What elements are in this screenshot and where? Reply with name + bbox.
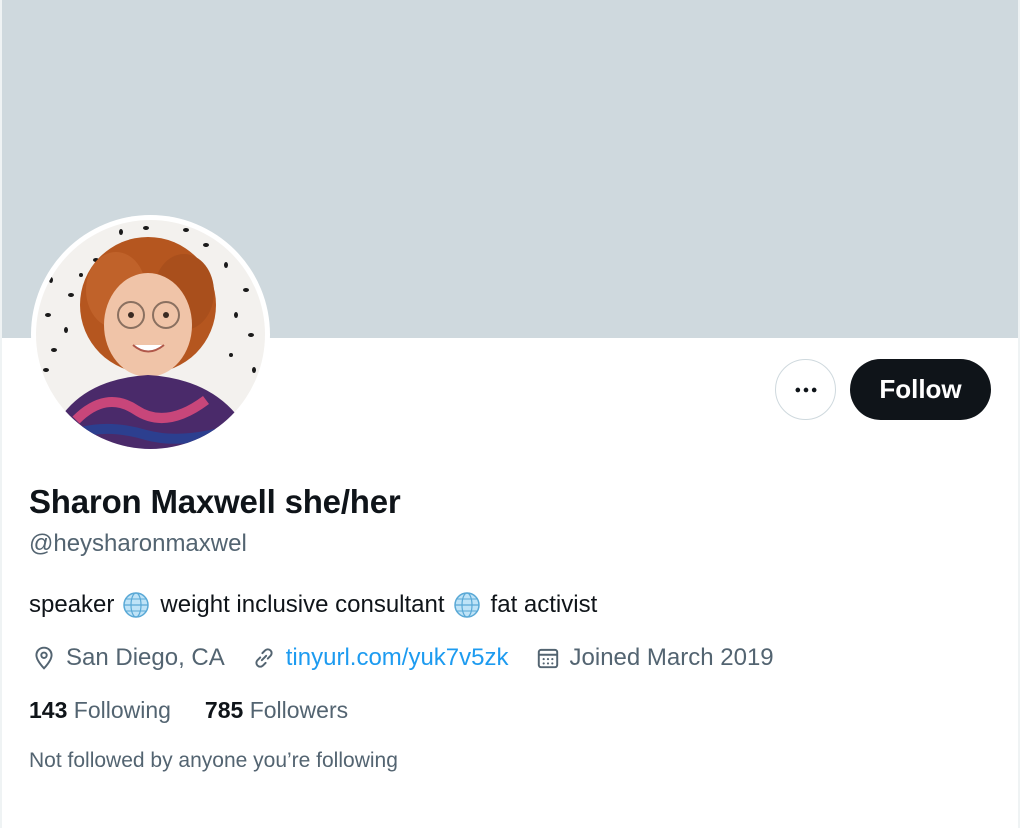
join-date: Joined March 2019 (535, 644, 774, 672)
followers-stat[interactable]: 785 Followers (205, 697, 348, 724)
profile-meta: San Diego, CA tinyurl.com/yuk7v5zk Joine… (31, 644, 800, 672)
link-icon (255, 648, 273, 668)
followers-label: Followers (249, 697, 349, 723)
follow-button[interactable]: Follow (850, 359, 991, 420)
profile-stats: 143 Following 785 Followers (29, 697, 382, 724)
calendar-icon (537, 648, 558, 669)
bio-text-consultant: weight inclusive consultant (160, 591, 445, 618)
bio-text-activist: fat activist (490, 591, 598, 618)
social-context: Not followed by anyone you’re following (29, 749, 398, 772)
globe-icon (453, 592, 480, 618)
globe-icon (123, 592, 150, 618)
bio-text-speaker: speaker (29, 591, 115, 618)
avatar-photo (36, 220, 265, 449)
following-stat[interactable]: 143 Following (29, 697, 171, 724)
location: San Diego, CA (31, 644, 225, 672)
profile-name: Sharon Maxwell she/her (29, 483, 401, 520)
website[interactable]: tinyurl.com/yuk7v5zk (251, 644, 509, 672)
avatar[interactable] (31, 215, 270, 454)
more-options-button[interactable] (775, 359, 836, 420)
more-icon (795, 387, 816, 392)
following-label: Following (73, 697, 171, 723)
profile-handle: @heysharonmaxwel (29, 530, 247, 557)
followers-count: 785 (204, 697, 244, 723)
website-link[interactable]: tinyurl.com/yuk7v5zk (286, 644, 509, 672)
location-text: San Diego, CA (66, 644, 225, 671)
location-pin-icon (35, 646, 53, 670)
join-date-text: Joined March 2019 (569, 644, 774, 671)
profile-bio: speaker weight inclusive consultant fat … (29, 590, 597, 620)
following-count: 143 (29, 697, 68, 723)
